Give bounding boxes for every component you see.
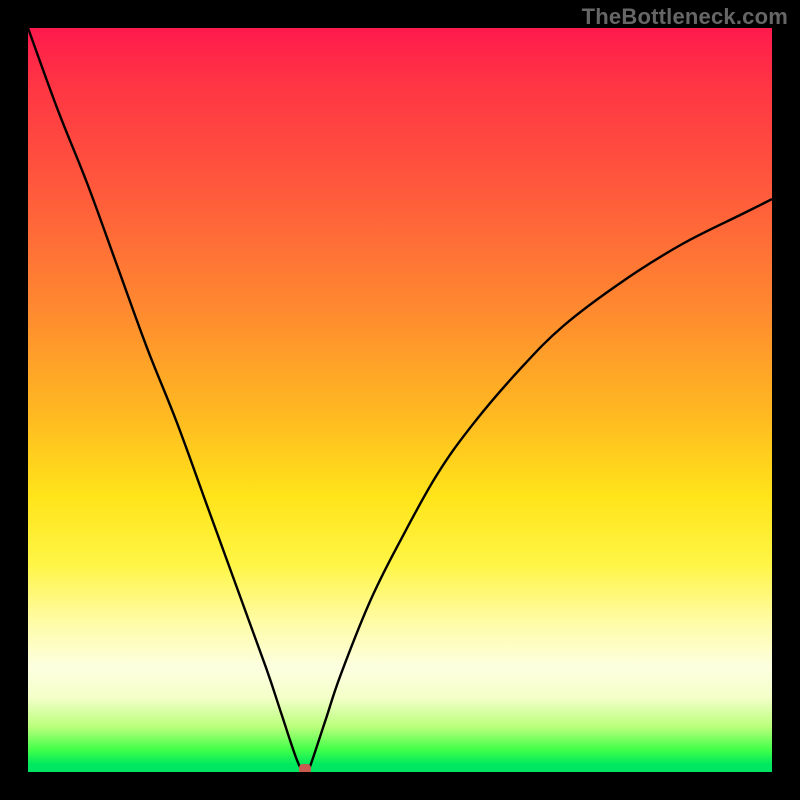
chart-frame: TheBottleneck.com: [0, 0, 800, 800]
bottleneck-curve: [28, 28, 772, 772]
watermark-text: TheBottleneck.com: [582, 4, 788, 30]
plot-area: [28, 28, 772, 772]
curve-path: [28, 28, 772, 772]
minimum-marker: [299, 764, 311, 772]
